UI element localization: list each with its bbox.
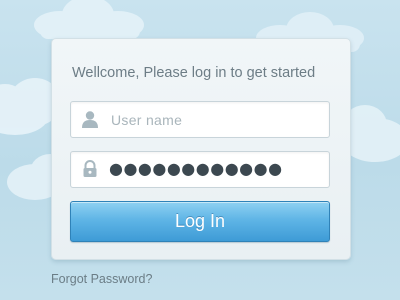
password-field[interactable]: ●●●●●●●●●●●●: [70, 151, 330, 188]
login-card: Wellcome, Please log in to get started U…: [51, 38, 351, 260]
username-field[interactable]: User name: [70, 101, 330, 138]
forgot-password-link[interactable]: Forgot Password?: [51, 272, 152, 286]
user-icon: [81, 110, 99, 128]
welcome-heading: Wellcome, Please log in to get started: [72, 65, 316, 81]
password-masked-value: ●●●●●●●●●●●●: [109, 159, 283, 178]
lock-icon: [81, 160, 99, 178]
login-button[interactable]: Log In: [70, 201, 330, 242]
username-placeholder: User name: [111, 112, 183, 128]
cloud-graphic: [34, 0, 144, 39]
